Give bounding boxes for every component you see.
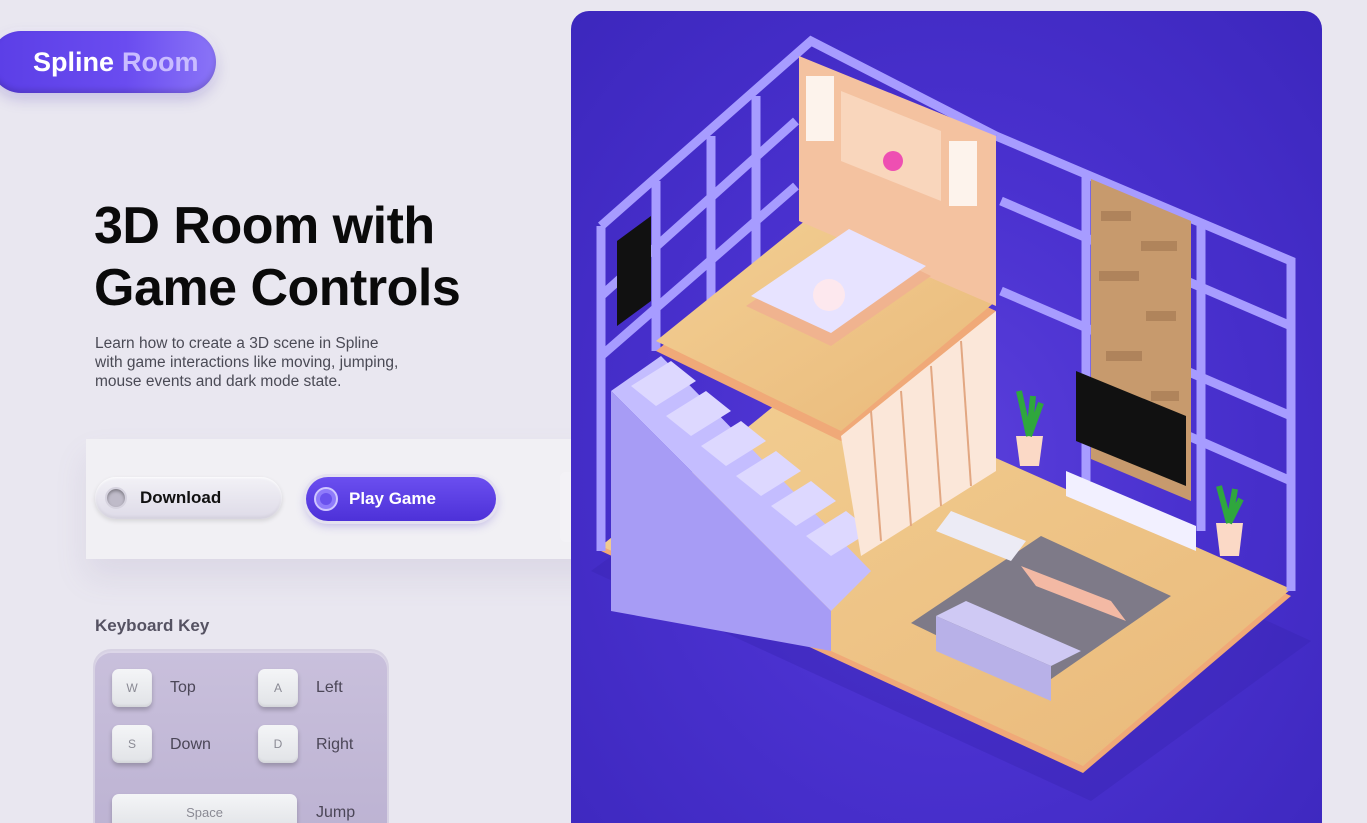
brand-logo[interactable]: Spline Room <box>0 31 216 93</box>
key-s-label: Down <box>170 736 211 753</box>
key-w-label: Top <box>170 679 196 696</box>
key-w: W <box>112 669 152 707</box>
description-line-1: Learn how to create a 3D scene in Spline <box>95 335 379 352</box>
key-d-label: Right <box>316 736 354 753</box>
description-line-2: with game interactions like moving, jump… <box>95 354 399 371</box>
plant-left <box>1016 390 1044 466</box>
plant-right <box>1216 485 1244 556</box>
key-d: D <box>258 725 298 763</box>
download-radio-icon <box>105 487 127 509</box>
download-button-label: Download <box>140 488 222 507</box>
keyboard-key-panel: W Top A Left S Down D Right Space Jump <box>95 651 387 823</box>
wall-picture-frame <box>617 216 651 326</box>
page-title: 3D Room with Game Controls <box>94 195 461 319</box>
description-line-3: mouse events and dark mode state. <box>95 373 342 390</box>
room-3d-scene[interactable] <box>571 11 1322 823</box>
brand-name-room: Room <box>122 46 199 77</box>
keyboard-key-heading: Keyboard Key <box>95 616 210 635</box>
brand-name-spline: Spline <box>33 46 115 77</box>
page-description: Learn how to create a 3D scene in Spline… <box>95 334 455 391</box>
key-space: Space <box>112 794 297 823</box>
pink-flower <box>883 151 903 171</box>
cat-plush <box>813 279 845 311</box>
key-space-label: Jump <box>316 804 356 821</box>
key-a: A <box>258 669 298 707</box>
room-illustration <box>591 35 1311 801</box>
page-title-line-1: 3D Room with <box>94 197 435 255</box>
key-a-label: Left <box>316 679 343 696</box>
key-s: S <box>112 725 152 763</box>
page-title-line-2: Game Controls <box>94 259 461 317</box>
play-radio-icon <box>314 487 338 511</box>
play-game-button-label: Play Game <box>349 489 436 508</box>
play-game-button[interactable]: Play Game <box>306 477 496 521</box>
download-button[interactable]: Download <box>95 477 282 519</box>
